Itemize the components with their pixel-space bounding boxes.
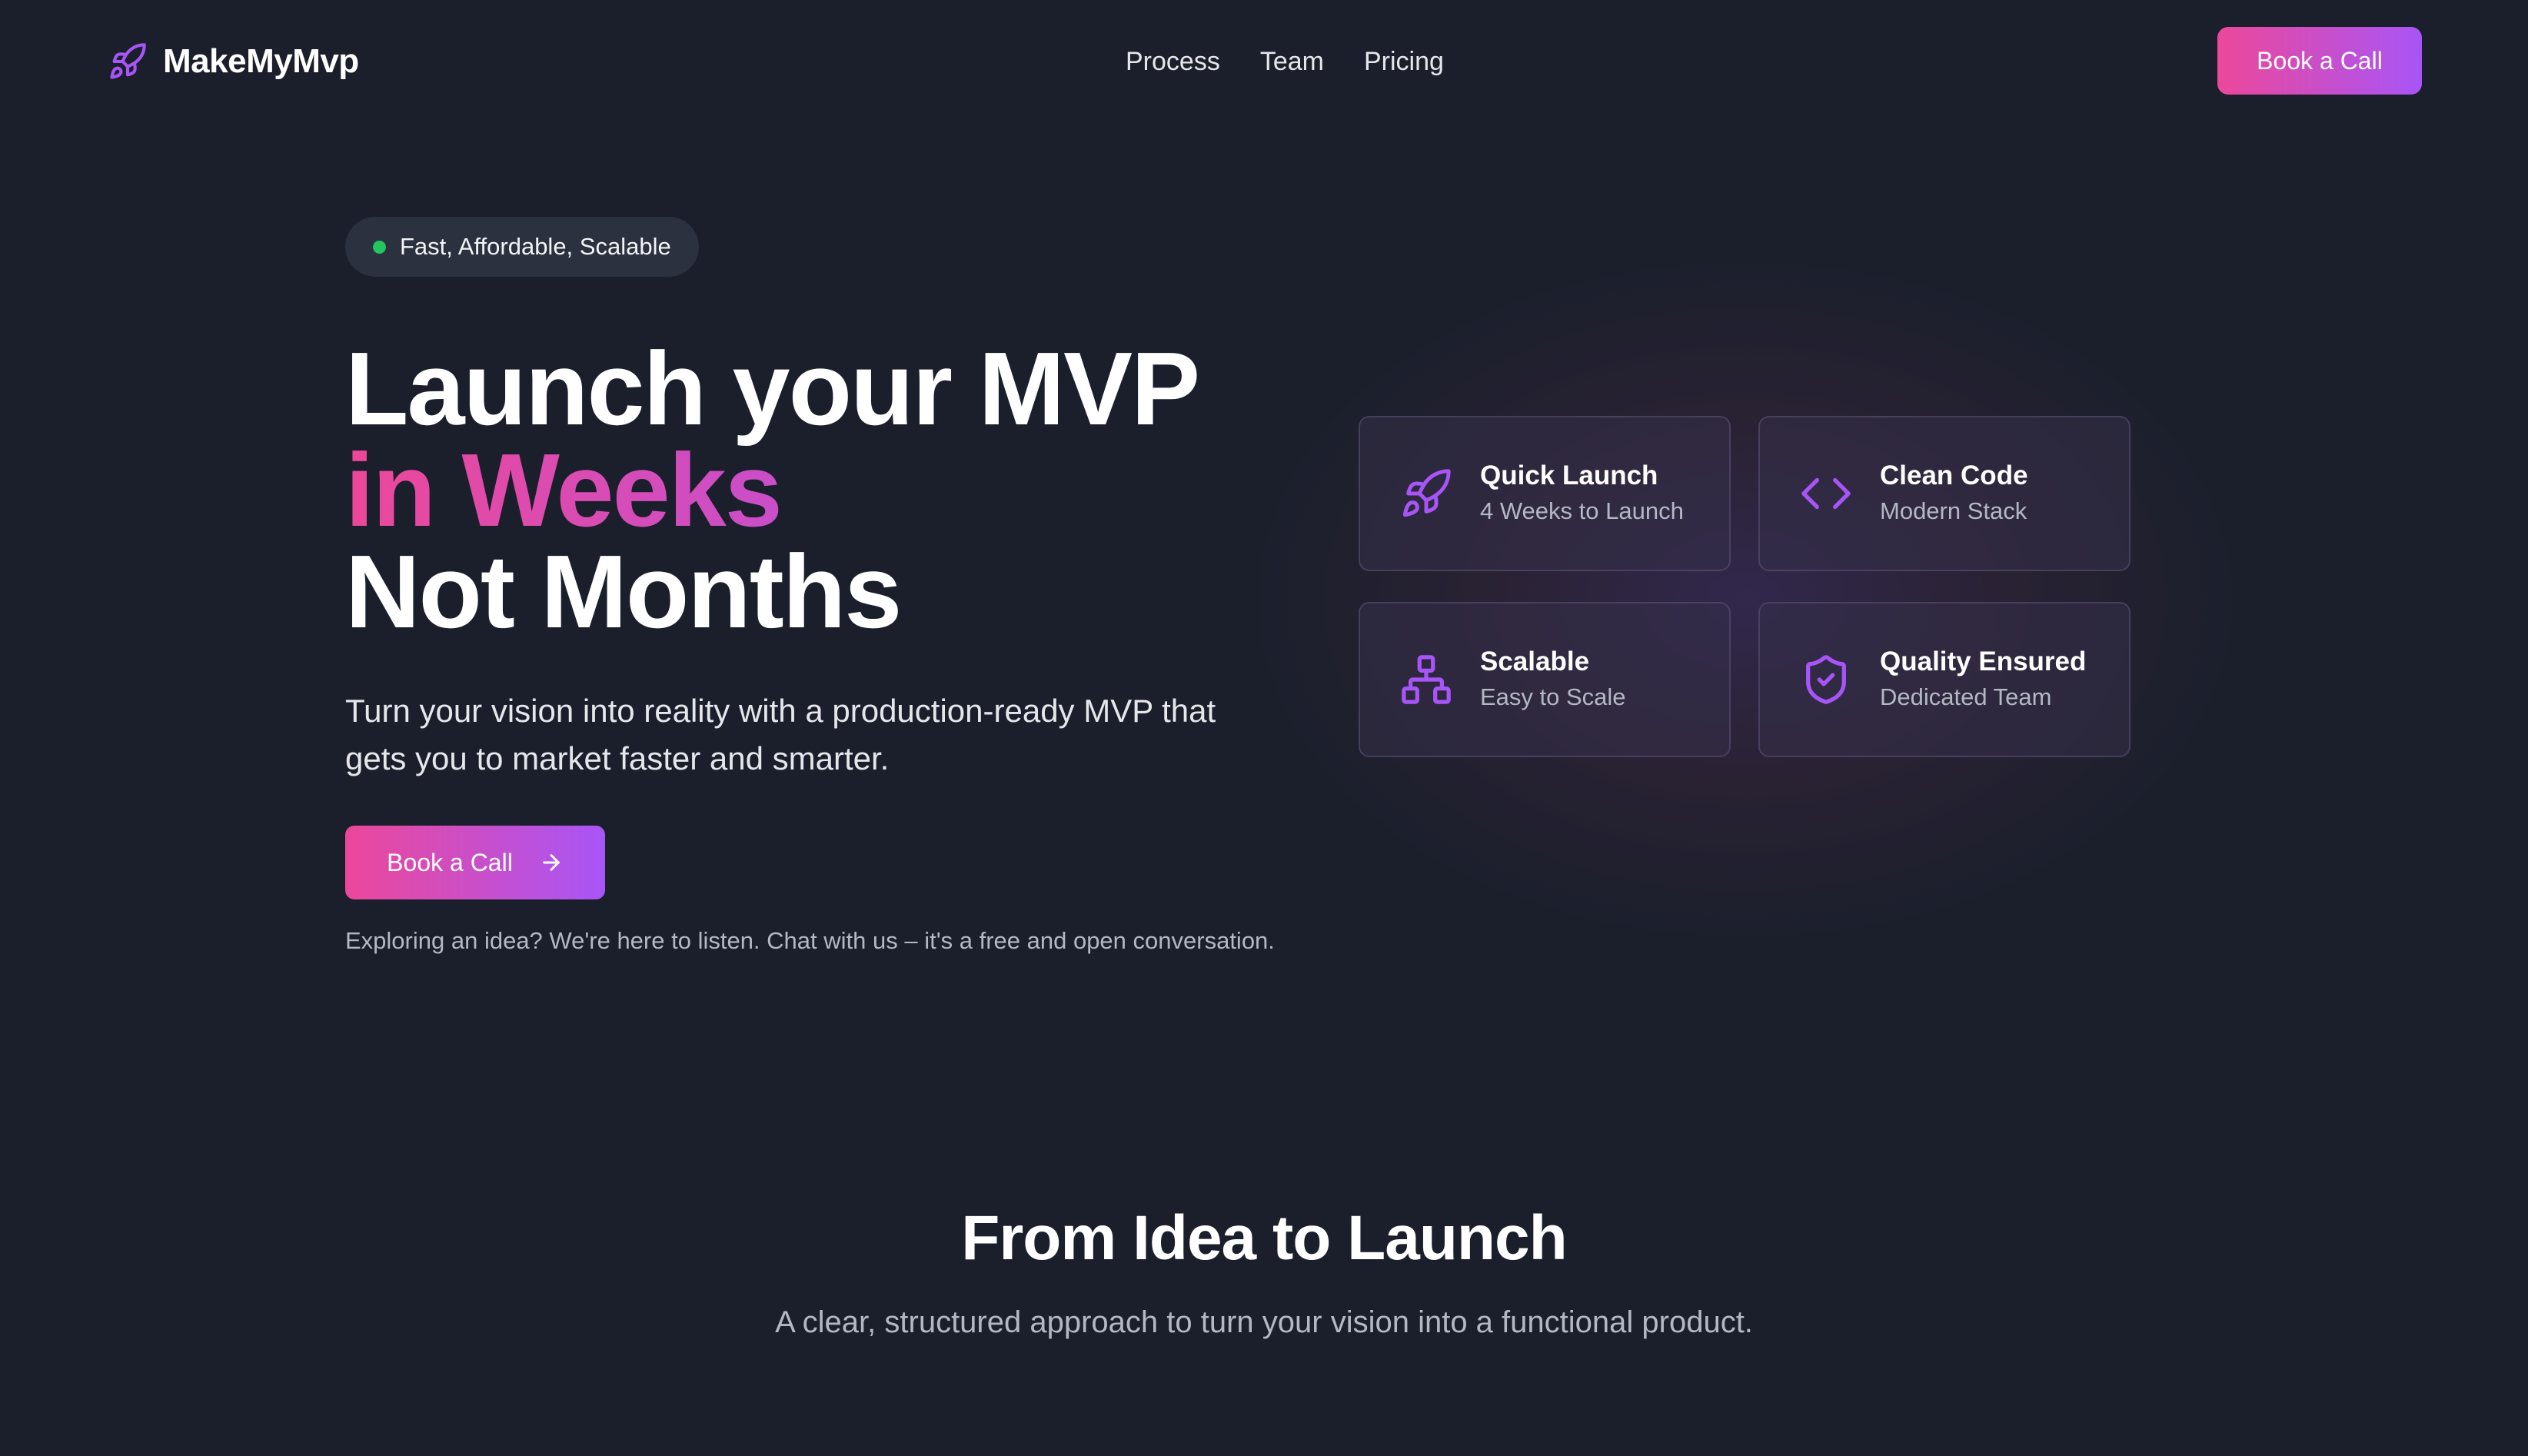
hero-book-call-button[interactable]: Book a Call [345,826,605,899]
section-title: From Idea to Launch [961,1203,1567,1273]
hero-title: Launch your MVP in Weeks Not Months [345,331,1200,650]
nav-link-process[interactable]: Process [1126,47,1220,77]
feature-card-text: Clean Code Modern Stack [1880,458,2028,529]
hero-badge-label: Fast, Affordable, Scalable [400,233,671,260]
hero-subtitle: Turn your vision into reality with a pro… [345,693,1216,776]
hero-note: Exploring an idea? We're here to listen.… [345,927,1275,954]
rocket-icon [1399,466,1454,521]
feature-card-subtitle: Modern Stack [1880,497,2027,524]
feature-card-title: Quality Ensured [1880,647,2087,676]
hero-badge: Fast, Affordable, Scalable [345,217,699,277]
nav-link-team[interactable]: Team [1260,47,1324,77]
feature-card-title: Clean Code [1880,460,2028,490]
feature-card-subtitle: Dedicated Team [1880,683,2052,710]
hero-book-call-label: Book a Call [387,848,513,876]
feature-card-text: Quick Launch 4 Weeks to Launch [1480,458,1684,529]
feature-card-quick-launch: Quick Launch 4 Weeks to Launch [1359,416,1731,571]
feature-card-text: Quality Ensured Dedicated Team [1880,644,2086,715]
feature-card-title: Scalable [1480,647,1590,676]
nav-book-call-button[interactable]: Book a Call [2217,27,2422,95]
feature-card-quality-ensured: Quality Ensured Dedicated Team [1758,602,2131,757]
code-icon [1798,466,1854,521]
hero-title-line-3: Not Months [345,534,902,650]
network-icon [1399,652,1454,707]
status-dot [373,240,386,254]
feature-card-text: Scalable Easy to Scale [1480,644,1626,715]
section-subtitle: A clear, structured approach to turn you… [775,1305,1753,1339]
feature-card-scalable: Scalable Easy to Scale [1359,602,1731,757]
main-nav: Process Team Pricing [1126,40,1444,83]
arrow-right-icon [539,850,564,875]
brand-logo-link[interactable]: MakeMyMvp [108,37,359,86]
brand-name: MakeMyMvp [163,42,359,80]
hero-title-highlight: in Weeks [345,438,1199,542]
feature-card-subtitle: Easy to Scale [1480,683,1626,710]
nav-link-pricing[interactable]: Pricing [1364,47,1444,77]
cards-glow [1246,254,2245,946]
shield-check-icon [1798,652,1854,707]
feature-card-subtitle: 4 Weeks to Launch [1480,497,1684,524]
hero-title-line-1: Launch your MVP [345,331,1200,447]
feature-card-clean-code: Clean Code Modern Stack [1758,416,2131,571]
feature-card-title: Quick Launch [1480,460,1658,490]
rocket-icon [108,42,148,81]
navbar: MakeMyMvp Process Team Pricing Book a Ca… [0,0,2528,123]
